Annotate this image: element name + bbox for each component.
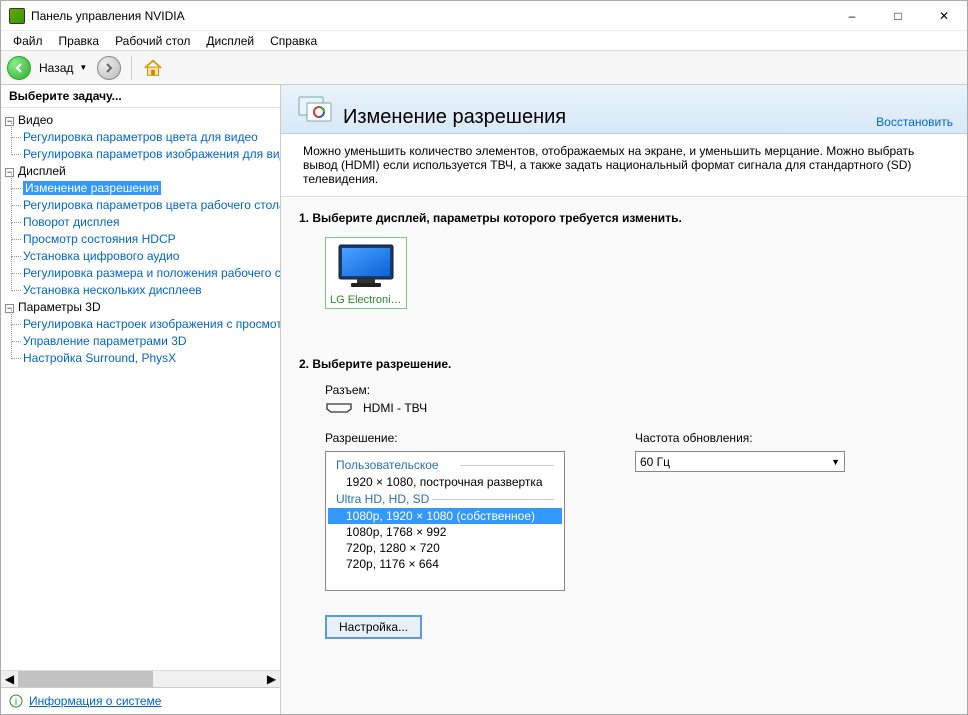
resolution-list[interactable]: Пользовательское 1920 × 1080, построчная… [325, 451, 565, 591]
tree-category-video[interactable]: Видео [18, 113, 53, 127]
main-panel: Изменение разрешения Восстановить Можно … [281, 85, 967, 714]
tree-category-3d[interactable]: Параметры 3D [18, 300, 101, 314]
menubar: Файл Правка Рабочий стол Дисплей Справка [1, 31, 967, 51]
menu-desktop[interactable]: Рабочий стол [107, 32, 198, 50]
menu-file[interactable]: Файл [5, 32, 51, 50]
tree-item[interactable]: Установка нескольких дисплеев [23, 283, 202, 297]
resolution-icon [297, 93, 333, 129]
toolbar: Назад ▼ [1, 51, 967, 85]
tree-expander[interactable]: − [5, 117, 14, 126]
page-title: Изменение разрешения [343, 106, 566, 129]
nvidia-icon [9, 8, 25, 24]
display-tile[interactable]: LG Electronics... [325, 237, 407, 309]
info-icon: i [9, 694, 23, 708]
home-icon[interactable] [142, 57, 164, 79]
back-label[interactable]: Назад [39, 61, 73, 75]
back-button[interactable] [7, 56, 31, 80]
tree-item-change-resolution[interactable]: Изменение разрешения [23, 181, 161, 195]
tree-item[interactable]: Регулировка параметров цвета для видео [23, 130, 258, 144]
titlebar: Панель управления NVIDIA – □ ✕ [1, 1, 967, 31]
tree-category-display[interactable]: Дисплей [18, 164, 66, 178]
back-history-caret[interactable]: ▼ [79, 63, 87, 72]
tree-item[interactable]: Поворот дисплея [23, 215, 120, 229]
step2-label: 2. Выберите разрешение. [299, 357, 949, 371]
menu-edit[interactable]: Правка [51, 32, 108, 50]
sidebar: Выберите задачу... −Видео Регулировка па… [1, 85, 281, 714]
system-info-link-row: i Информация о системе [1, 687, 280, 714]
resolution-item[interactable]: 1080p, 1768 × 992 [328, 524, 562, 540]
resolution-group-custom: Пользовательское [328, 456, 562, 474]
window-title: Панель управления NVIDIA [31, 9, 829, 23]
tree-expander[interactable]: − [5, 304, 14, 313]
restore-defaults-link[interactable]: Восстановить [876, 115, 953, 129]
resolution-item[interactable]: 1920 × 1080, построчная развертка [328, 474, 562, 490]
customize-button[interactable]: Настройка... [325, 615, 422, 639]
tree-expander[interactable]: − [5, 168, 14, 177]
monitor-icon [337, 243, 395, 289]
resolution-label: Разрешение: [325, 431, 565, 445]
refresh-rate-value: 60 Гц [640, 455, 670, 469]
forward-button[interactable] [97, 56, 121, 80]
tree-item[interactable]: Регулировка размера и положения рабочего… [23, 266, 280, 280]
chevron-down-icon: ▼ [831, 457, 840, 467]
resolution-item[interactable]: 720p, 1176 × 664 [328, 556, 562, 572]
toolbar-separator [131, 56, 132, 80]
tree-item[interactable]: Просмотр состояния HDCP [23, 232, 176, 246]
sidebar-scrollbar[interactable]: ◀ ▶ [1, 670, 280, 687]
maximize-button[interactable]: □ [875, 1, 921, 31]
page-description: Можно уменьшить количество элементов, от… [281, 134, 967, 196]
hdmi-icon [325, 402, 353, 414]
page-header: Изменение разрешения Восстановить [281, 85, 967, 134]
scroll-right-arrow[interactable]: ▶ [263, 671, 280, 687]
refresh-rate-select[interactable]: 60 Гц ▼ [635, 451, 845, 472]
resolution-item[interactable]: 720p, 1280 × 720 [328, 540, 562, 556]
resolution-item-selected[interactable]: 1080p, 1920 × 1080 (собственное) [328, 508, 562, 524]
tree-item[interactable]: Регулировка настроек изображения с просм… [23, 317, 280, 331]
step1-label: 1. Выберите дисплей, параметры которого … [299, 211, 949, 225]
task-tree[interactable]: −Видео Регулировка параметров цвета для … [1, 108, 280, 670]
scrollbar-thumb[interactable] [18, 671, 153, 687]
connector-value: HDMI - ТВЧ [363, 401, 427, 415]
svg-text:i: i [15, 697, 17, 708]
system-info-link[interactable]: Информация о системе [29, 694, 161, 708]
close-button[interactable]: ✕ [921, 1, 967, 31]
content-area: 1. Выберите дисплей, параметры которого … [281, 196, 967, 714]
refresh-label: Частота обновления: [635, 431, 845, 445]
tree-item[interactable]: Настройка Surround, PhysX [23, 351, 176, 365]
resolution-group-uhd: Ultra HD, HD, SD [328, 490, 562, 508]
scroll-left-arrow[interactable]: ◀ [1, 671, 18, 687]
menu-help[interactable]: Справка [262, 32, 325, 50]
tree-item[interactable]: Регулировка параметров цвета рабочего ст… [23, 198, 280, 212]
tree-item[interactable]: Регулировка параметров изображения для в… [23, 147, 280, 161]
tree-item[interactable]: Управление параметрами 3D [23, 334, 187, 348]
minimize-button[interactable]: – [829, 1, 875, 31]
tree-item[interactable]: Установка цифрового аудио [23, 249, 179, 263]
connector-label: Разъем: [325, 383, 949, 397]
display-name: LG Electronics... [330, 294, 402, 306]
sidebar-header: Выберите задачу... [1, 85, 280, 108]
menu-display[interactable]: Дисплей [198, 32, 262, 50]
